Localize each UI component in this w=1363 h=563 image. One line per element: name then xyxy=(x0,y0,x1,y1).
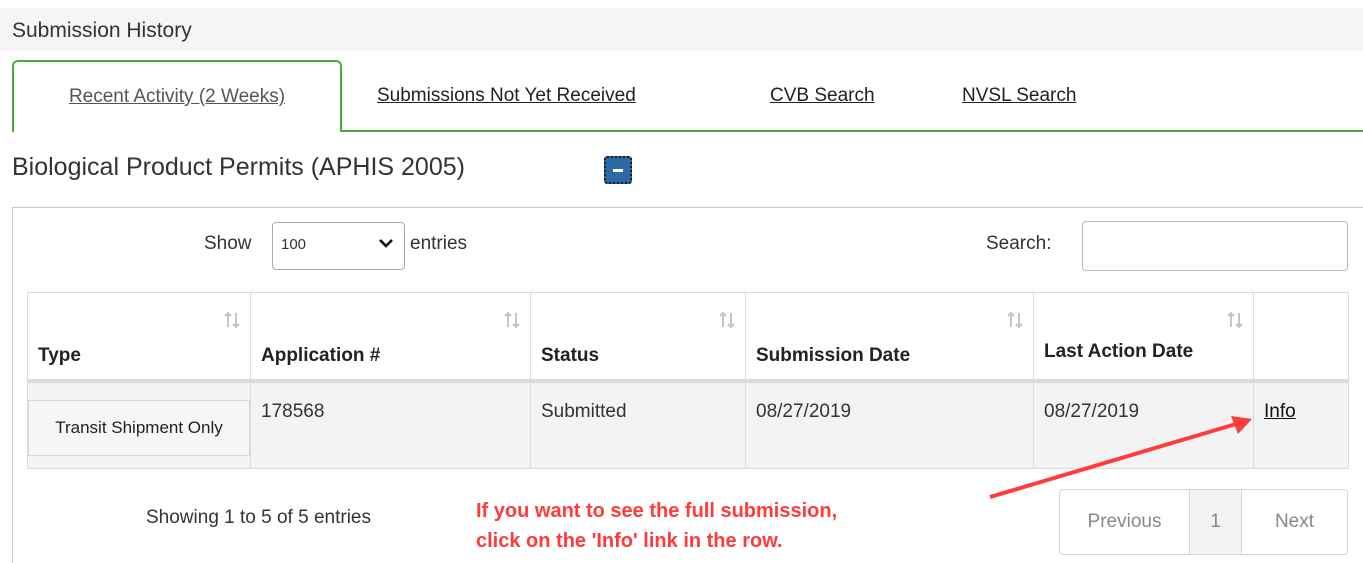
collapse-button[interactable] xyxy=(604,156,632,184)
cell-status: Submitted xyxy=(530,380,746,469)
page: Submission History Recent Activity (2 We… xyxy=(0,0,1363,563)
tab-recent-activity[interactable]: Recent Activity (2 Weeks) xyxy=(12,60,342,132)
column-header-last-action-date[interactable]: Last Action Date xyxy=(1033,292,1254,383)
table-header-row: Type Application # Status Submission Dat… xyxy=(27,292,1349,383)
section-title: Submission History xyxy=(12,19,192,42)
callout-annotation: If you want to see the full submission, … xyxy=(476,496,837,556)
chevron-down-icon xyxy=(379,239,393,248)
tab-nvsl-search[interactable]: NVSL Search xyxy=(962,60,1076,131)
next-button[interactable]: Next xyxy=(1242,490,1347,554)
sort-icon xyxy=(719,311,735,329)
pagination: Previous 1 Next xyxy=(1059,489,1348,555)
cell-application: 178568 xyxy=(250,380,531,469)
entries-label: entries xyxy=(410,233,468,254)
submissions-table: Type Application # Status Submission Dat… xyxy=(27,292,1349,469)
sort-icon xyxy=(224,311,240,329)
column-header-status[interactable]: Status xyxy=(530,292,746,383)
column-header-submission-date[interactable]: Submission Date xyxy=(745,292,1034,383)
table-row: Transit Shipment Only 178568 Submitted 0… xyxy=(27,380,1349,469)
tab-cvb-search[interactable]: CVB Search xyxy=(770,60,875,131)
cell-type: Transit Shipment Only xyxy=(27,380,251,469)
page-1-button[interactable]: 1 xyxy=(1190,490,1242,554)
cell-link: Info xyxy=(1253,380,1349,469)
type-badge: Transit Shipment Only xyxy=(28,399,250,456)
callout-line-1: If you want to see the full submission, xyxy=(476,500,838,522)
column-header-type[interactable]: Type xyxy=(27,292,251,383)
sort-icon xyxy=(1007,311,1023,329)
cell-last-action-date: 08/27/2019 xyxy=(1033,380,1254,469)
show-label: Show xyxy=(204,233,252,254)
sort-icon xyxy=(1227,311,1243,329)
search-input[interactable] xyxy=(1082,221,1348,271)
section-header: Submission History xyxy=(0,8,1363,51)
sort-icon xyxy=(504,311,520,329)
callout-line-2: click on the 'Info' link in the row. xyxy=(476,530,783,552)
product-title: Biological Product Permits (APHIS 2005) xyxy=(12,153,465,181)
tab-submissions-not-yet-received[interactable]: Submissions Not Yet Received xyxy=(377,60,636,131)
table-info: Showing 1 to 5 of 5 entries xyxy=(146,507,371,528)
previous-button[interactable]: Previous xyxy=(1060,490,1190,554)
info-link[interactable]: Info xyxy=(1264,401,1296,422)
tab-bar: Recent Activity (2 Weeks) Submissions No… xyxy=(12,60,1363,133)
search-label: Search: xyxy=(986,233,1052,254)
column-header-link xyxy=(1253,292,1349,383)
cell-submission-date: 08/27/2019 xyxy=(745,380,1034,469)
page-length-value: 100 xyxy=(281,236,307,253)
page-length-select[interactable]: 100 xyxy=(272,222,405,270)
column-header-application[interactable]: Application # xyxy=(250,292,531,383)
